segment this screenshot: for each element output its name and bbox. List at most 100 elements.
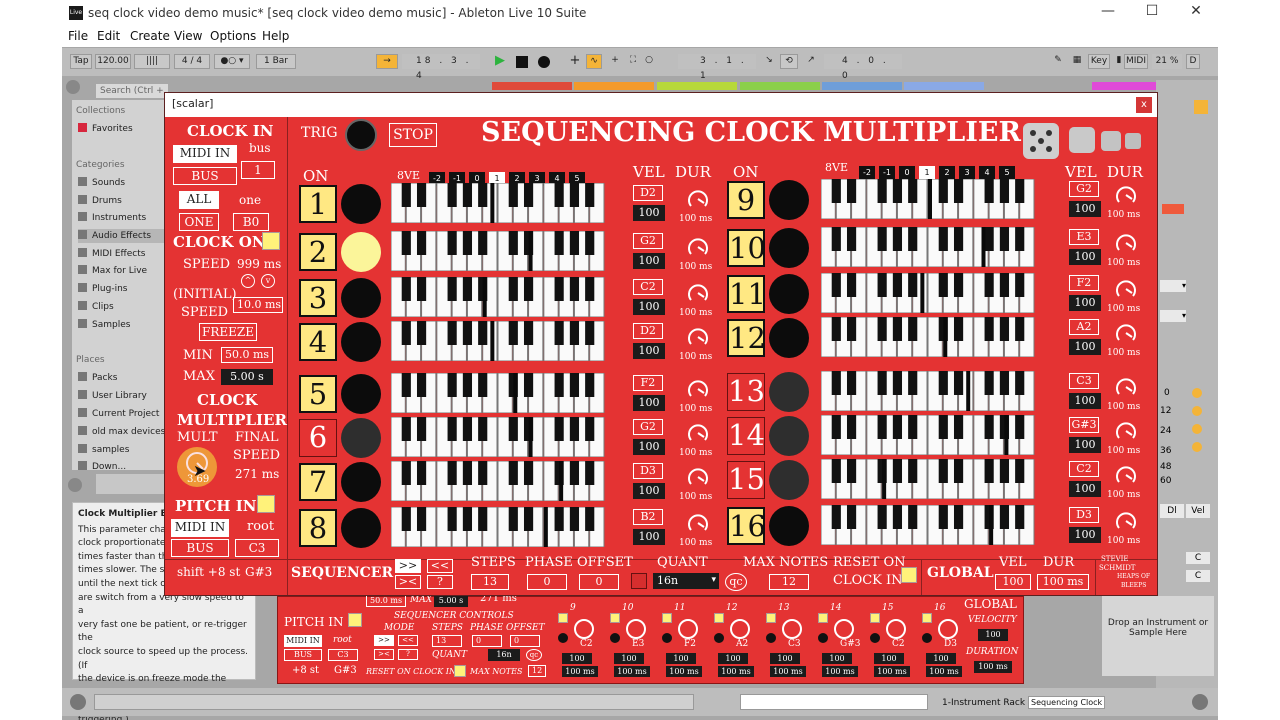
step-note-9[interactable]: G2 — [1069, 181, 1099, 197]
menu-options[interactable]: Options — [210, 29, 256, 43]
under-step-duration[interactable]: 100 ms — [666, 666, 702, 677]
stop-icon[interactable] — [516, 56, 528, 68]
midi-map-button[interactable]: MIDI — [1124, 54, 1148, 69]
freeze-button[interactable]: FREEZE — [199, 323, 257, 341]
back-mode-button[interactable]: << — [398, 635, 418, 646]
stop-button[interactable]: STOP — [389, 123, 437, 147]
clock-on-toggle[interactable] — [262, 232, 280, 250]
under-step-duration[interactable]: 100 ms — [718, 666, 754, 677]
menu-help[interactable]: Help — [262, 29, 289, 43]
step-velocity-4[interactable]: 100 — [633, 343, 665, 359]
black-key[interactable] — [846, 371, 857, 395]
octave-selector[interactable]: -2 -1 0 1 2 3 4 5 — [429, 166, 589, 186]
step-duration-knob-15[interactable] — [1113, 463, 1139, 493]
loop-length-display[interactable]: 4 . 0 . 0 — [824, 54, 902, 81]
step-piano-3[interactable] — [390, 276, 605, 318]
step-note-12[interactable]: A2 — [1069, 319, 1099, 335]
black-key[interactable] — [585, 277, 595, 301]
dur-knob-icon[interactable] — [1113, 183, 1139, 209]
black-key[interactable] — [846, 179, 857, 203]
follow-icon[interactable]: → — [376, 54, 398, 69]
dur-knob-icon[interactable] — [1113, 463, 1139, 489]
piano-keyboard-icon[interactable] — [820, 370, 1035, 412]
random-mode-button[interactable]: ? — [398, 649, 418, 660]
step-duration-knob-14[interactable] — [1113, 419, 1139, 449]
seq-fwd-button[interactable]: >> — [395, 559, 421, 573]
black-key[interactable] — [416, 417, 427, 441]
black-key[interactable] — [908, 227, 918, 251]
octave-option[interactable]: 1 — [919, 166, 935, 180]
step-velocity-14[interactable]: 100 — [1069, 437, 1101, 453]
seq-pingpong-button[interactable]: >< — [395, 575, 421, 589]
black-key[interactable] — [508, 277, 518, 301]
tempo-field[interactable]: 120.00 — [95, 54, 131, 69]
dur-knob-icon[interactable] — [685, 325, 711, 351]
menu-create[interactable]: Create — [130, 29, 170, 43]
step-piano-15[interactable] — [820, 458, 1035, 500]
black-key[interactable] — [999, 459, 1010, 483]
black-key[interactable] — [892, 415, 903, 439]
black-key[interactable] — [447, 277, 457, 301]
black-key[interactable] — [999, 179, 1010, 203]
step-velocity-15[interactable]: 100 — [1069, 481, 1101, 497]
clip-slot[interactable] — [740, 82, 820, 90]
black-key[interactable] — [908, 459, 918, 483]
black-key[interactable] — [908, 273, 918, 297]
octave-option[interactable]: -1 — [879, 166, 895, 180]
black-key[interactable] — [953, 179, 964, 203]
black-key[interactable] — [1015, 371, 1025, 395]
octave-option[interactable]: 3 — [959, 166, 975, 180]
step-toggle-10[interactable]: 10 — [727, 229, 766, 267]
under-step-duration[interactable]: 100 ms — [874, 666, 910, 677]
session-record-icon[interactable]: ⛶ — [625, 54, 641, 69]
black-key[interactable] — [831, 273, 841, 297]
dur-knob-icon[interactable] — [1113, 277, 1139, 303]
under-step-velocity[interactable]: 100 — [666, 653, 696, 664]
scalar-close-button[interactable]: x — [1136, 97, 1152, 113]
black-key[interactable] — [877, 227, 887, 251]
black-key[interactable] — [447, 321, 457, 345]
offset-value[interactable]: 0 — [510, 635, 540, 647]
device-tab[interactable]: Sequencing Clock — [1028, 696, 1106, 709]
black-key[interactable] — [984, 415, 994, 439]
trig-button[interactable] — [345, 119, 377, 151]
place-current-project[interactable]: Current Project — [78, 407, 159, 421]
under-knob-icon[interactable] — [886, 619, 906, 639]
black-key[interactable] — [416, 183, 427, 207]
category-sounds[interactable]: Sounds — [78, 176, 125, 190]
black-key[interactable] — [447, 507, 457, 531]
global-dur-value[interactable]: 100 ms — [974, 661, 1012, 673]
under-step-velocity[interactable]: 100 — [770, 653, 800, 664]
piano-keyboard-icon[interactable] — [390, 276, 605, 318]
toggle-dot-icon[interactable] — [1192, 388, 1202, 398]
black-key[interactable] — [416, 321, 427, 345]
step-duration-knob-10[interactable] — [1113, 231, 1139, 261]
piano-keyboard-icon[interactable] — [820, 458, 1035, 500]
category-instruments[interactable]: Instruments — [78, 211, 146, 225]
clip-slot[interactable] — [492, 82, 572, 90]
step-toggle-4[interactable]: 4 — [299, 323, 337, 361]
black-key[interactable] — [416, 507, 427, 531]
black-key[interactable] — [984, 227, 994, 251]
black-key[interactable] — [523, 277, 534, 301]
black-key[interactable] — [831, 415, 841, 439]
black-key[interactable] — [831, 371, 841, 395]
step-piano-10[interactable] — [820, 226, 1035, 268]
black-key[interactable] — [831, 459, 841, 483]
menu-file[interactable]: File — [68, 29, 88, 43]
global-vel-value[interactable]: 100 — [995, 574, 1031, 590]
clock-bus-value[interactable]: 1 — [241, 161, 275, 179]
step-note-8[interactable]: B2 — [633, 509, 663, 525]
black-key[interactable] — [953, 505, 964, 529]
metronome-icon[interactable]: |||| — [134, 54, 170, 69]
black-key[interactable] — [416, 231, 427, 255]
step-velocity-9[interactable]: 100 — [1069, 201, 1101, 217]
black-key[interactable] — [938, 273, 948, 297]
max-value[interactable]: 5.00 s — [434, 595, 468, 607]
black-key[interactable] — [877, 179, 887, 203]
black-key[interactable] — [1015, 179, 1025, 203]
root-note-value[interactable]: C3 — [235, 539, 279, 557]
step-note-10[interactable]: E3 — [1069, 229, 1099, 245]
seq-random-button[interactable]: ? — [427, 575, 453, 589]
step-note-4[interactable]: D2 — [633, 323, 663, 339]
